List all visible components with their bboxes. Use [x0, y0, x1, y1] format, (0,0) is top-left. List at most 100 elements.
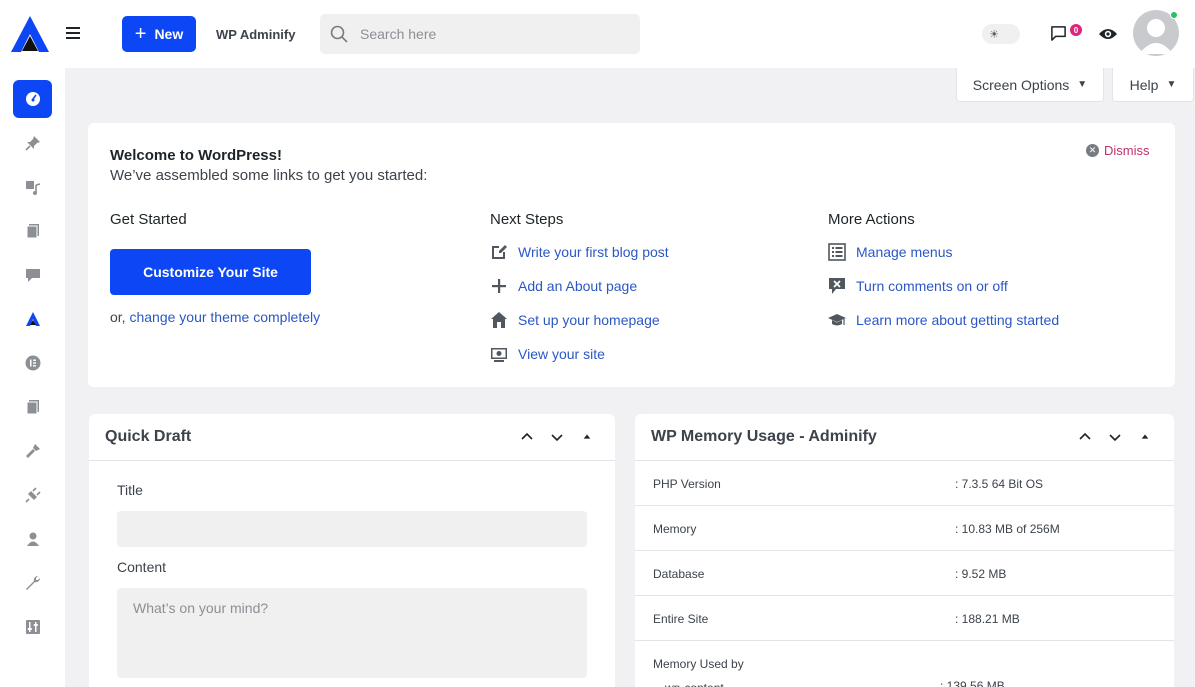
media-icon: [25, 181, 40, 195]
more-action-learn-more[interactable]: Learn more about getting started: [828, 311, 1059, 329]
more-action-manage-menus[interactable]: Manage menus: [828, 243, 953, 261]
view-icon: [491, 348, 507, 362]
edit-icon: [492, 245, 507, 259]
sidebar-item-settings[interactable]: [13, 608, 52, 646]
toggle-panel-icon[interactable]: [579, 429, 595, 445]
site-name-link[interactable]: WP Adminify: [216, 27, 295, 42]
table-row: Entire Site : 188.21 MB: [635, 596, 1174, 641]
settings-icon: [25, 620, 40, 634]
caret-down-icon: ▼: [1077, 79, 1088, 90]
appearance-icon: [25, 444, 40, 458]
comment-count-badge: 0: [1070, 24, 1082, 36]
action-label: View your site: [518, 346, 605, 362]
title-input[interactable]: [117, 511, 587, 547]
adminify-logo-icon[interactable]: [9, 14, 51, 54]
screen-options-button[interactable]: Screen Options ▼: [956, 68, 1104, 102]
memory-value: : 188.21 MB: [955, 612, 1020, 626]
sidebar-item-dashboard[interactable]: [13, 80, 52, 118]
sidebar-item-comments[interactable]: [13, 256, 52, 294]
content-label: Content: [117, 559, 167, 575]
plus-icon: [492, 279, 506, 293]
sidebar-item-users[interactable]: [13, 520, 52, 558]
memory-key: Entire Site: [653, 612, 709, 626]
action-label: Add an About page: [518, 278, 638, 294]
top-bar: + New WP Adminify ☀ 0: [0, 0, 1195, 68]
templates-icon: [26, 400, 39, 415]
search-icon: [330, 25, 348, 43]
memory-value: : 10.83 MB of 256M: [955, 522, 1060, 536]
sun-icon: ☀: [989, 28, 999, 41]
memory-usage-title: WP Memory Usage - Adminify: [651, 428, 877, 445]
next-steps-title: Next Steps: [490, 211, 564, 228]
action-label: Set up your homepage: [518, 312, 660, 328]
sidebar-item-elementor[interactable]: [13, 344, 52, 382]
sidebar-item-pages[interactable]: [13, 212, 52, 250]
menu-toggle-icon[interactable]: [66, 24, 86, 44]
sidebar-item-adminify[interactable]: [13, 300, 52, 338]
theme-toggle[interactable]: ☀: [982, 24, 1020, 44]
move-up-icon[interactable]: [1077, 429, 1093, 445]
move-down-icon[interactable]: [549, 429, 565, 445]
dashboard-icon: [25, 92, 40, 106]
change-theme-line: or, change your theme completely: [110, 309, 320, 325]
comments-link[interactable]: 0: [1050, 24, 1084, 45]
users-icon: [26, 532, 39, 546]
quick-draft-title: Quick Draft: [105, 428, 192, 445]
memory-value: : 7.3.5 64 Bit OS: [955, 477, 1044, 491]
online-status-dot: [1170, 11, 1178, 19]
move-up-icon[interactable]: [519, 429, 535, 445]
view-site-icon[interactable]: [1098, 26, 1118, 42]
title-label: Title: [117, 482, 143, 498]
move-down-icon[interactable]: [1107, 429, 1123, 445]
content-textarea[interactable]: [117, 588, 587, 678]
customize-site-button[interactable]: Customize Your Site: [110, 249, 311, 295]
action-label: Turn comments on or off: [856, 278, 1008, 294]
comment-icon: [25, 269, 40, 282]
next-step-homepage[interactable]: Set up your homepage: [490, 311, 660, 329]
home-icon: [491, 312, 507, 328]
sidebar-item-templates[interactable]: [13, 388, 52, 426]
memory-usage-controls: [1077, 429, 1153, 445]
change-theme-link[interactable]: change your theme completely: [129, 309, 320, 325]
get-started-title: Get Started: [110, 211, 187, 228]
comments-off-icon: [829, 278, 845, 294]
memory-usage-header: WP Memory Usage - Adminify: [635, 414, 1174, 461]
sidebar-item-plugins[interactable]: [13, 476, 52, 514]
tools-icon: [25, 575, 40, 590]
graduation-cap-icon: [828, 314, 846, 326]
plugins-icon: [24, 487, 41, 503]
welcome-about: We’ve assembled some links to get you st…: [110, 167, 428, 184]
comment-icon: [1051, 26, 1066, 41]
sidebar-item-media[interactable]: [13, 168, 52, 206]
table-row: Memory Used by wp-content : 139.56 MB: [635, 641, 1174, 687]
sidebar-item-posts[interactable]: [13, 124, 52, 162]
memory-key: Database: [653, 567, 705, 581]
next-step-write-post[interactable]: Write your first blog post: [490, 243, 669, 261]
action-label: Learn more about getting started: [856, 312, 1060, 328]
sidebar-item-tools[interactable]: [13, 564, 52, 602]
memory-sub-key: wp-content: [665, 681, 724, 687]
next-step-view-site[interactable]: View your site: [490, 345, 605, 363]
more-actions-title: More Actions: [828, 211, 915, 228]
adminify-logo-icon: [25, 312, 40, 326]
caret-down-icon: ▼: [1166, 79, 1177, 90]
search-input[interactable]: [360, 26, 620, 42]
more-action-comments-toggle[interactable]: Turn comments on or off: [828, 277, 1008, 295]
memory-value: : 9.52 MB: [955, 567, 1007, 581]
memory-key: Memory: [653, 522, 697, 536]
memory-sub-value: : 139.56 MB: [940, 679, 1005, 687]
new-button-label: New: [154, 26, 184, 42]
new-button[interactable]: + New: [122, 16, 196, 52]
help-label: Help: [1129, 76, 1159, 93]
plus-icon: +: [134, 23, 147, 45]
table-row: Memory : 10.83 MB of 256M: [635, 506, 1174, 551]
sidebar-item-appearance[interactable]: [13, 432, 52, 470]
quick-draft-controls: [519, 429, 595, 445]
memory-key: Memory Used by: [653, 657, 744, 671]
help-button[interactable]: Help ▼: [1112, 68, 1194, 102]
or-text: or,: [110, 309, 126, 325]
next-step-about-page[interactable]: Add an About page: [490, 277, 637, 295]
dismiss-button[interactable]: ✕ Dismiss: [1086, 143, 1150, 158]
welcome-title: Welcome to WordPress!: [110, 147, 282, 164]
toggle-panel-icon[interactable]: [1137, 429, 1153, 445]
